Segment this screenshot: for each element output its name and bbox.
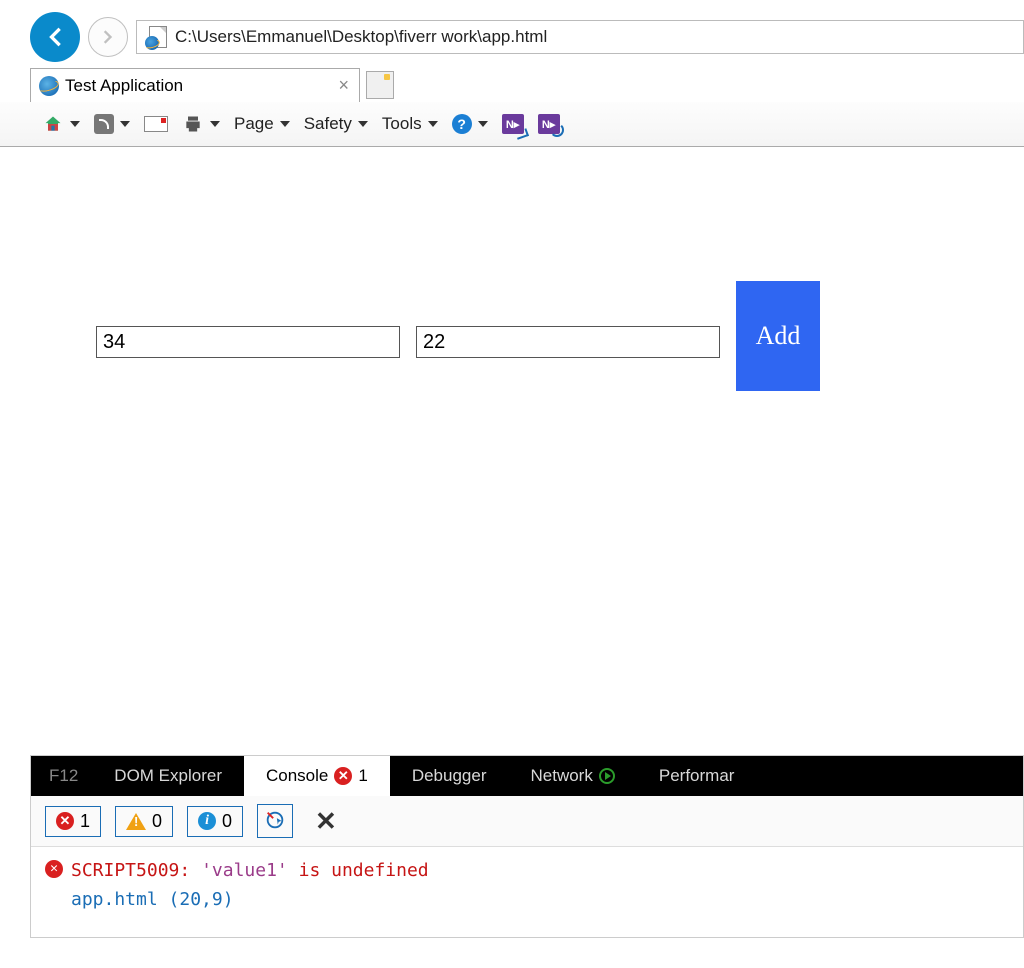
print-icon [182, 114, 204, 134]
info-filter-button[interactable]: i 0 [187, 806, 243, 837]
tools-menu[interactable]: Tools [380, 112, 440, 136]
browser-tab[interactable]: Test Application × [30, 68, 360, 102]
warnings-filter-button[interactable]: 0 [115, 806, 173, 837]
warning-icon [126, 813, 146, 830]
network-tab-label: Network [531, 766, 593, 786]
safety-menu[interactable]: Safety [302, 112, 370, 136]
help-button[interactable]: ? [450, 112, 490, 136]
devtools-tab-network[interactable]: Network [509, 756, 637, 796]
feeds-button[interactable] [92, 112, 132, 136]
target-button[interactable] [257, 804, 293, 838]
console-toolbar: ✕ 1 0 i 0 ✕ [31, 796, 1023, 846]
page-content: Add [0, 147, 1024, 397]
page-file-icon [147, 26, 169, 48]
mail-icon [144, 116, 168, 132]
devtools-f12-label: F12 [31, 756, 92, 796]
value1-input[interactable] [96, 326, 400, 358]
error-icon: ✕ [45, 860, 63, 878]
console-error-count: 1 [358, 766, 367, 786]
devtools-tab-performance[interactable]: Performar [637, 756, 757, 796]
ie-icon [39, 76, 59, 96]
error-code: SCRIPT5009: [71, 860, 190, 881]
error-icon: ✕ [334, 767, 352, 785]
error-text: is undefined [288, 860, 429, 881]
read-mail-button[interactable] [142, 114, 170, 134]
add-button[interactable]: Add [736, 281, 820, 391]
onenote-send-icon: N▸ [502, 114, 524, 134]
print-button[interactable] [180, 112, 222, 136]
safety-menu-label: Safety [304, 114, 352, 134]
devtools-panel: F12 DOM Explorer Console ✕ 1 Debugger Ne… [30, 755, 1024, 938]
tab-title: Test Application [65, 76, 183, 96]
info-icon: i [198, 812, 216, 830]
error-icon: ✕ [56, 812, 74, 830]
address-bar[interactable]: C:\Users\Emmanuel\Desktop\fiverr work\ap… [136, 20, 1024, 54]
help-icon: ? [452, 114, 472, 134]
warnings-filter-count: 0 [152, 811, 162, 832]
error-location[interactable]: app.html (20,9) [71, 886, 429, 915]
page-menu-label: Page [234, 114, 274, 134]
page-menu[interactable]: Page [232, 112, 292, 136]
home-icon [42, 114, 64, 134]
devtools-tab-debugger[interactable]: Debugger [390, 756, 509, 796]
forward-button[interactable] [88, 17, 128, 57]
new-tab-button[interactable] [366, 71, 394, 99]
errors-filter-count: 1 [80, 811, 90, 832]
onenote-link-icon: N▸ [538, 114, 560, 134]
onenote-link-button[interactable]: N▸ [536, 112, 562, 136]
info-filter-count: 0 [222, 811, 232, 832]
play-icon [599, 768, 615, 784]
console-message: ✕ SCRIPT5009: 'value1' is undefined app.… [31, 846, 1023, 937]
console-tab-label: Console [266, 766, 328, 786]
value2-input[interactable] [416, 326, 720, 358]
tools-menu-label: Tools [382, 114, 422, 134]
home-button[interactable] [40, 112, 82, 136]
command-bar: Page Safety Tools ? N▸ N▸ [0, 102, 1024, 147]
clear-console-button[interactable]: ✕ [307, 806, 345, 837]
address-url: C:\Users\Emmanuel\Desktop\fiverr work\ap… [175, 27, 547, 47]
rss-icon [94, 114, 114, 134]
onenote-send-button[interactable]: N▸ [500, 112, 526, 136]
target-icon [264, 809, 286, 834]
devtools-tab-console[interactable]: Console ✕ 1 [244, 756, 390, 796]
error-quoted: 'value1' [201, 860, 288, 881]
devtools-tabstrip: F12 DOM Explorer Console ✕ 1 Debugger Ne… [31, 756, 1023, 796]
errors-filter-button[interactable]: ✕ 1 [45, 806, 101, 837]
back-button[interactable] [30, 12, 80, 62]
close-tab-icon[interactable]: × [338, 75, 349, 96]
devtools-tab-dom[interactable]: DOM Explorer [92, 756, 244, 796]
